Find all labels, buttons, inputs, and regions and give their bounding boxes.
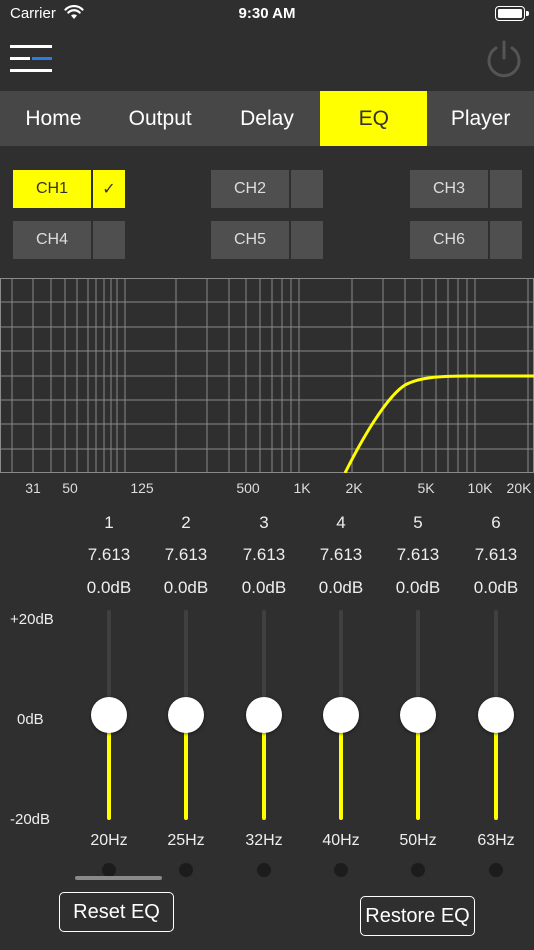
band-number: 4	[336, 513, 346, 532]
clock: 9:30 AM	[238, 5, 296, 22]
eq-band-2: 2 7.613 0.0dB 25Hz	[151, 510, 221, 877]
status-bar: Carrier 9:30 AM	[0, 0, 534, 30]
band-q-value[interactable]: 7.613	[151, 545, 221, 565]
freq-label-1k: 1K	[293, 480, 311, 496]
db-label-bottom: -20dB	[10, 811, 51, 828]
band-gain-value[interactable]: 0.0dB	[461, 578, 531, 598]
freq-label-5k: 5K	[417, 480, 435, 496]
freq-label-125: 125	[130, 480, 154, 496]
scroll-indicator	[75, 876, 162, 880]
band-q-value[interactable]: 7.613	[461, 545, 531, 565]
band-number: 6	[491, 513, 501, 532]
band-number: 5	[413, 513, 423, 532]
power-icon[interactable]	[483, 38, 525, 80]
channel-ch3[interactable]: CH3	[410, 170, 522, 208]
channel-label: CH4	[13, 221, 91, 259]
db-label-top: +20dB	[10, 611, 54, 628]
band-frequency[interactable]: 25Hz	[151, 832, 221, 850]
tab-delay[interactable]: Delay	[214, 91, 321, 146]
tab-player[interactable]: Player	[427, 91, 534, 146]
gain-slider-knob[interactable]	[400, 697, 436, 733]
band-toggle-dot[interactable]	[334, 863, 348, 877]
battery-icon	[495, 6, 529, 21]
restore-eq-button[interactable]: Restore EQ	[360, 896, 475, 936]
band-toggle-dot[interactable]	[257, 863, 271, 877]
channel-ch5[interactable]: CH5	[211, 221, 323, 259]
db-label-mid: 0dB	[17, 711, 44, 728]
channel-checkbox[interactable]: ✓	[93, 170, 125, 208]
menu-icon[interactable]	[10, 44, 52, 74]
channel-checkbox[interactable]	[490, 221, 522, 259]
band-frequency[interactable]: 50Hz	[383, 832, 453, 850]
band-gain-value[interactable]: 0.0dB	[74, 578, 144, 598]
channel-label: CH6	[410, 221, 488, 259]
eq-band-1: 1 7.613 0.0dB 20Hz	[74, 510, 144, 877]
gain-slider-knob[interactable]	[478, 697, 514, 733]
channel-ch2[interactable]: CH2	[211, 170, 323, 208]
eq-response-graph[interactable]	[0, 278, 534, 473]
band-gain-value[interactable]: 0.0dB	[229, 578, 299, 598]
channel-label: CH1	[13, 170, 91, 208]
band-toggle-dot[interactable]	[489, 863, 503, 877]
gain-slider-knob[interactable]	[168, 697, 204, 733]
freq-label-50: 50	[62, 480, 78, 496]
gain-slider-knob[interactable]	[323, 697, 359, 733]
band-q-value[interactable]: 7.613	[306, 545, 376, 565]
gain-slider-knob[interactable]	[91, 697, 127, 733]
channel-label: CH5	[211, 221, 289, 259]
freq-label-31: 31	[25, 480, 41, 496]
channel-ch4[interactable]: CH4	[13, 221, 125, 259]
channel-label: CH3	[410, 170, 488, 208]
band-gain-value[interactable]: 0.0dB	[151, 578, 221, 598]
reset-eq-button[interactable]: Reset EQ	[59, 892, 174, 932]
tab-home[interactable]: Home	[0, 91, 107, 146]
channel-label: CH2	[211, 170, 289, 208]
freq-label-2k: 2K	[345, 480, 363, 496]
freq-label-500: 500	[236, 480, 260, 496]
band-frequency[interactable]: 20Hz	[74, 832, 144, 850]
band-toggle-dot[interactable]	[179, 863, 193, 877]
eq-band-4: 4 7.613 0.0dB 40Hz	[306, 510, 376, 877]
eq-band-6: 6 7.613 0.0dB 63Hz	[461, 510, 531, 877]
band-q-value[interactable]: 7.613	[383, 545, 453, 565]
band-q-value[interactable]: 7.613	[74, 545, 144, 565]
band-frequency[interactable]: 32Hz	[229, 832, 299, 850]
tab-output[interactable]: Output	[107, 91, 214, 146]
band-number: 1	[104, 513, 114, 532]
band-toggle-dot[interactable]	[411, 863, 425, 877]
band-frequency[interactable]: 63Hz	[461, 832, 531, 850]
gain-slider-knob[interactable]	[246, 697, 282, 733]
band-gain-value[interactable]: 0.0dB	[306, 578, 376, 598]
band-frequency[interactable]: 40Hz	[306, 832, 376, 850]
freq-label-10k: 10K	[467, 480, 493, 496]
freq-label-20k: 20K	[506, 480, 532, 496]
tab-eq[interactable]: EQ	[320, 91, 428, 146]
band-number: 3	[259, 513, 269, 532]
eq-band-5: 5 7.613 0.0dB 50Hz	[383, 510, 453, 877]
band-q-value[interactable]: 7.613	[229, 545, 299, 565]
channel-ch1[interactable]: CH1 ✓	[13, 170, 125, 208]
band-gain-value[interactable]: 0.0dB	[383, 578, 453, 598]
tab-bar: Home Output Delay EQ Player	[0, 91, 534, 146]
eq-band-3: 3 7.613 0.0dB 32Hz	[229, 510, 299, 877]
channel-checkbox[interactable]	[93, 221, 125, 259]
channel-ch6[interactable]: CH6	[410, 221, 522, 259]
band-number: 2	[181, 513, 191, 532]
band-toggle-dot[interactable]	[102, 863, 116, 877]
channel-checkbox[interactable]	[291, 221, 323, 259]
channel-checkbox[interactable]	[291, 170, 323, 208]
channel-checkbox[interactable]	[490, 170, 522, 208]
